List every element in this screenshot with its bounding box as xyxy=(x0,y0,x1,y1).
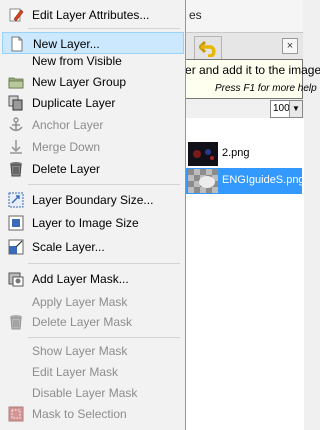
menu-item-label: New from Visible xyxy=(32,54,122,68)
opacity-field[interactable]: 100.0 ▼ xyxy=(270,100,303,118)
menu-item-label: Show Layer Mask xyxy=(32,344,128,358)
dock-title: es xyxy=(189,8,202,22)
layer-to-image-size-icon xyxy=(8,215,24,231)
layer-thumbnail xyxy=(188,142,218,166)
menu-item-disable-layer-mask[interactable]: Disable Layer Mask xyxy=(2,382,184,404)
menu-item-label: New Layer... xyxy=(33,37,100,51)
boundary-size-icon xyxy=(8,192,24,208)
menu-item-mask-to-selection[interactable]: Mask to Selection xyxy=(2,403,184,425)
menu-item-scale-layer[interactable]: Scale Layer... xyxy=(2,236,184,258)
layer-row-selected[interactable]: ENGIguideS.png xyxy=(186,168,305,194)
scale-layer-icon xyxy=(8,239,24,255)
menu-item-label: Anchor Layer xyxy=(32,118,104,132)
menu-item-duplicate-layer[interactable]: Duplicate Layer xyxy=(2,92,184,114)
undo-button[interactable] xyxy=(194,36,222,60)
menu-item-edit-layer-attributes[interactable]: Edit Layer Attributes... xyxy=(2,4,184,26)
menu-item-anchor-layer[interactable]: Anchor Layer xyxy=(2,114,184,136)
menu-item-delete-layer-mask[interactable]: Delete Layer Mask xyxy=(2,311,184,333)
menu-item-label: Edit Layer Attributes... xyxy=(32,8,150,22)
menu-item-label: Mask to Selection xyxy=(32,407,127,421)
menu-item-label: Layer to Image Size xyxy=(32,216,139,230)
layer-thumbnail xyxy=(188,169,218,193)
menu-item-layer-to-image-size[interactable]: Layer to Image Size xyxy=(2,212,184,234)
undo-icon xyxy=(199,40,216,57)
menu-item-edit-layer-mask[interactable]: Edit Layer Mask xyxy=(2,361,184,383)
menu-item-add-layer-mask[interactable]: Add Layer Mask... xyxy=(2,268,184,290)
menu-item-new-layer-group[interactable]: New Layer Group xyxy=(2,71,184,93)
menu-item-label: Disable Layer Mask xyxy=(32,386,138,400)
menu-separator xyxy=(28,263,180,264)
menu-item-label: Edit Layer Mask xyxy=(32,365,119,379)
anchor-icon xyxy=(9,117,23,132)
menu-item-layer-boundary-size[interactable]: Layer Boundary Size... xyxy=(2,189,184,211)
folder-icon xyxy=(8,77,24,89)
delete-mask-icon xyxy=(10,315,22,330)
menu-item-label: Scale Layer... xyxy=(32,240,105,254)
edit-attributes-icon xyxy=(9,8,24,22)
mask-to-selection-icon xyxy=(8,406,24,422)
layer-row[interactable]: 2.png xyxy=(186,141,302,167)
dock-tab-header: es xyxy=(185,0,303,33)
menu-item-delete-layer[interactable]: Delete Layer xyxy=(2,158,184,180)
close-icon[interactable]: × xyxy=(282,38,298,54)
menu-item-label: Merge Down xyxy=(32,140,101,154)
menu-item-label: Duplicate Layer xyxy=(32,96,116,110)
menu-item-label: New Layer Group xyxy=(32,75,127,89)
layers-list: 2.png ENGIguideS.png xyxy=(185,118,305,430)
menu-item-label: Layer Boundary Size... xyxy=(32,193,154,207)
menu-separator xyxy=(28,184,180,185)
menu-item-merge-down[interactable]: Merge Down xyxy=(2,136,184,158)
layers-context-menu: Edit Layer Attributes... New Layer... Ne… xyxy=(0,0,186,430)
chevron-down-icon[interactable]: ▼ xyxy=(289,101,302,117)
menu-item-label: Delete Layer Mask xyxy=(32,315,133,329)
add-mask-icon xyxy=(8,272,24,287)
menu-separator xyxy=(28,28,180,29)
duplicate-icon xyxy=(8,95,23,111)
tooltip-help: Press F1 for more help xyxy=(215,83,317,94)
layer-name: 2.png xyxy=(222,147,250,159)
menu-separator xyxy=(28,337,180,338)
delete-icon xyxy=(10,162,22,177)
menu-item-apply-layer-mask[interactable]: Apply Layer Mask xyxy=(2,291,184,313)
menu-item-label: Delete Layer xyxy=(32,162,101,176)
merge-down-icon xyxy=(10,140,22,154)
menu-item-new-from-visible[interactable]: New from Visible xyxy=(2,50,184,72)
menu-item-label: Apply Layer Mask xyxy=(32,295,128,309)
menu-item-label: Add Layer Mask... xyxy=(32,272,129,286)
menu-item-show-layer-mask[interactable]: Show Layer Mask xyxy=(2,340,184,362)
layer-name: ENGIguideS.png xyxy=(222,174,305,186)
